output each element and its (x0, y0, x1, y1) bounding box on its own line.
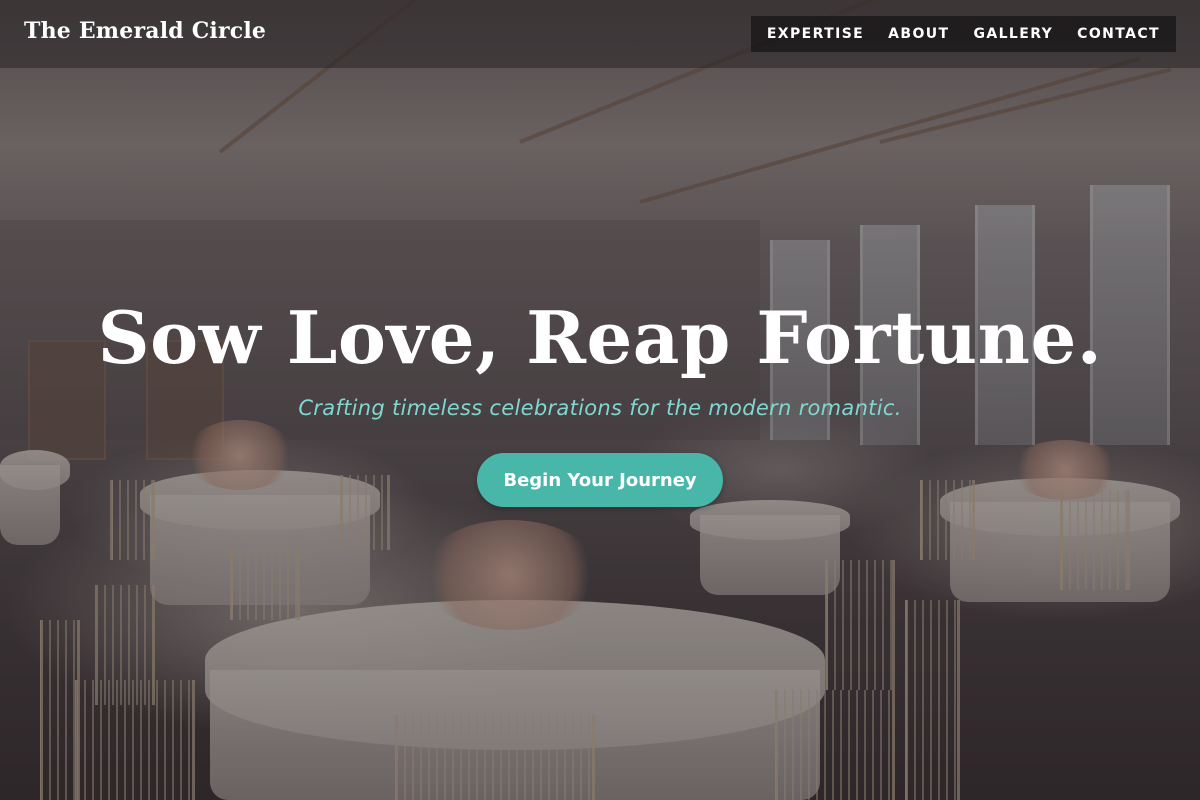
hero-tagline: Crafting timeless celebrations for the m… (298, 396, 902, 420)
site-header: The Emerald Circle EXPERTISE ABOUT GALLE… (0, 0, 1200, 68)
main-nav: EXPERTISE ABOUT GALLERY CONTACT (750, 16, 1176, 52)
nav-item-about[interactable]: ABOUT (876, 16, 961, 52)
begin-journey-button[interactable]: Begin Your Journey (477, 453, 723, 507)
hero-section: The Emerald Circle EXPERTISE ABOUT GALLE… (0, 0, 1200, 800)
nav-item-contact[interactable]: CONTACT (1065, 16, 1172, 52)
site-brand[interactable]: The Emerald Circle (24, 18, 266, 44)
hero-headline: Sow Love, Reap Fortune. (97, 295, 1103, 380)
nav-item-gallery[interactable]: GALLERY (961, 16, 1065, 52)
nav-item-expertise[interactable]: EXPERTISE (755, 16, 876, 52)
